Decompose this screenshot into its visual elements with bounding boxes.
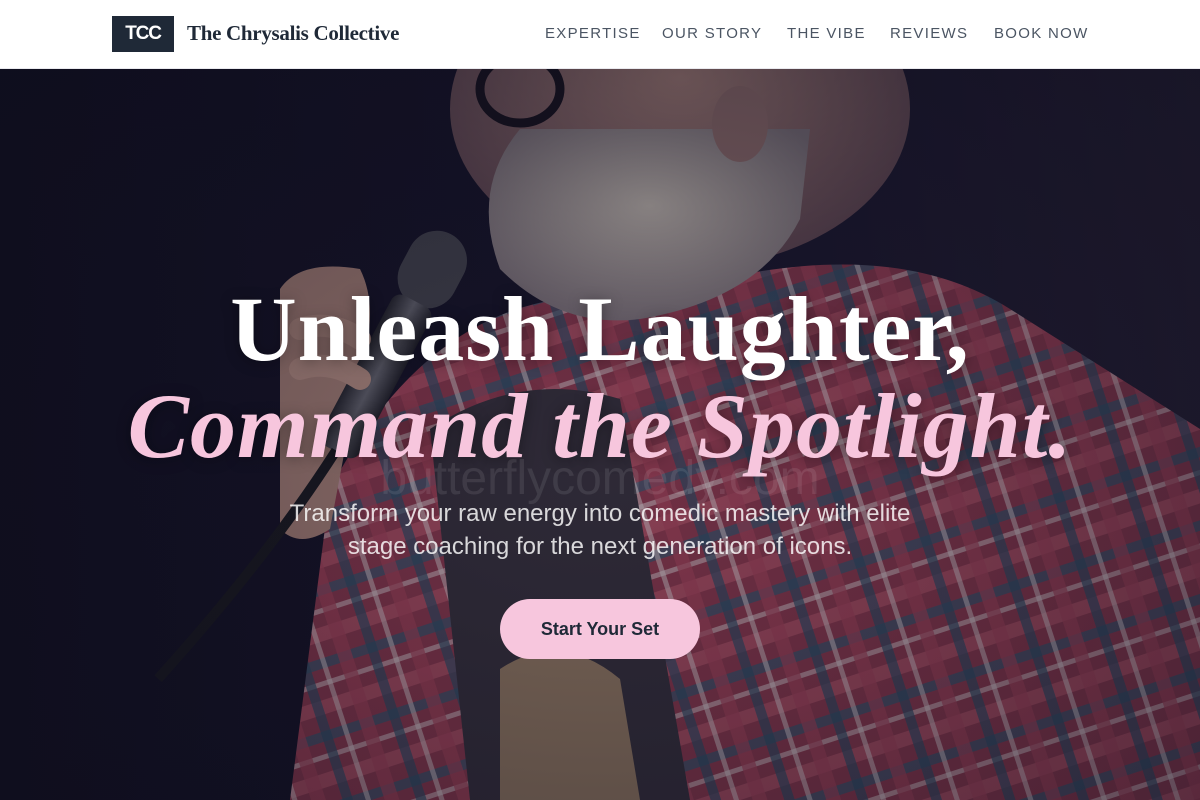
nav-link-book-now[interactable]: BOOK NOW [994, 25, 1089, 42]
hero-section: Unleash Laughter, Command the Spotlight.… [0, 69, 1200, 800]
main-nav: EXPERTISE OUR STORY THE VIBE REVIEWS BOO… [0, 25, 1200, 45]
nav-link-our-story[interactable]: OUR STORY [662, 25, 762, 42]
nav-link-reviews[interactable]: REVIEWS [890, 25, 968, 42]
hero-subtitle: Transform your raw energy into comedic m… [289, 500, 911, 560]
nav-link-the-vibe[interactable]: THE VIBE [787, 25, 866, 42]
top-navbar: TCC The Chrysalis Collective EXPERTISE O… [0, 0, 1200, 69]
hero-headline-line-1: Unleash Laughter, [230, 278, 970, 380]
nav-link-expertise[interactable]: EXPERTISE [545, 25, 641, 42]
start-your-set-button[interactable]: Start Your Set [500, 599, 700, 659]
